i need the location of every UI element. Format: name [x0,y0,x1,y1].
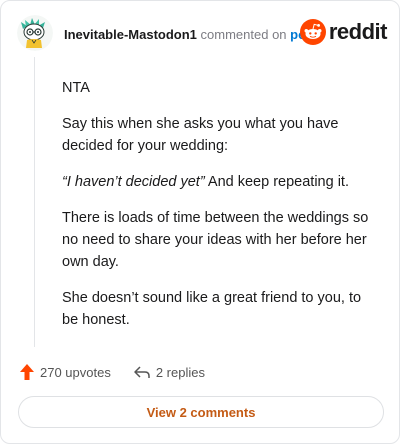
comment-actions: 270 upvotes 2 replies [19,361,227,383]
upvote-count: 270 upvotes [40,364,111,380]
comment-paragraph: There is loads of time between the weddi… [62,210,369,270]
view-comments-label: View 2 comments [146,404,256,420]
replies-button[interactable]: 2 replies [133,364,205,380]
view-comments-button[interactable]: View 2 comments [18,396,384,428]
reddit-logo-icon [299,19,326,45]
reddit-logo[interactable]: reddit [299,19,388,45]
quote-text: “I haven’t decided yet” [62,174,205,190]
comment-meta: Inevitable-Mastodon1 commented on post [64,27,318,42]
comment-body: NTA Say this when she asks you what you … [62,77,380,345]
comment-paragraph: “I haven’t decided yet” And keep repeati… [62,171,380,193]
thread-line[interactable] [34,57,35,347]
comment-paragraph: She doesn’t sound like a great friend to… [62,290,362,328]
reddit-wordmark: reddit [328,19,388,44]
comment-card: Inevitable-Mastodon1 commented on post r… [0,0,400,444]
avatar[interactable] [17,15,53,51]
username-link[interactable]: Inevitable-Mastodon1 [64,27,197,42]
reply-arrow-icon [134,366,150,378]
quote-followup-text: And keep repeating it. [207,174,349,190]
replies-count: 2 replies [155,364,205,380]
upvote-arrow-icon [20,364,34,380]
comment-header: Inevitable-Mastodon1 commented on post r… [17,15,388,55]
avatar-snoo-icon [17,15,53,51]
commented-on-text: commented on [200,27,287,42]
comment-paragraph: Say this when she asks you what you have… [62,116,339,154]
upvote-button[interactable]: 270 upvotes [19,363,111,381]
comment-paragraph: NTA [62,80,90,96]
